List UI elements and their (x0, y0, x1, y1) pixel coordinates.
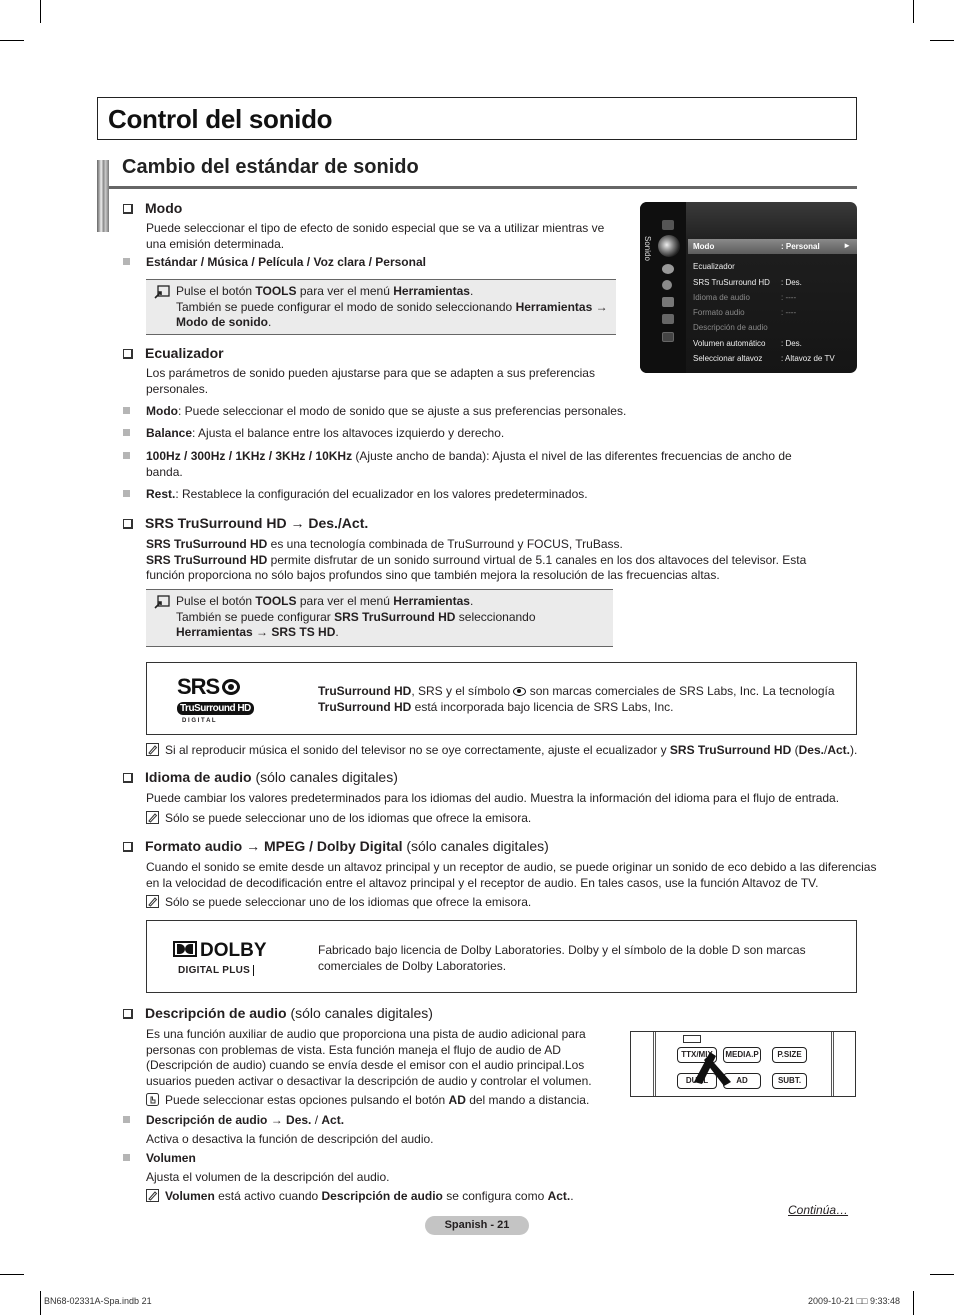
channel-icon (662, 264, 674, 274)
osd-category-label: Sonido (643, 236, 652, 261)
volumen-note: Volumen está activo cuando Descripción d… (146, 1189, 574, 1205)
setup-gear-icon (662, 280, 672, 290)
checkbox-bullet-icon (123, 204, 133, 214)
remote-hand-icon (146, 1093, 159, 1106)
print-slug-left: BN68-02331A-Spa.indb 21 (44, 1296, 152, 1306)
application-icon (662, 314, 674, 324)
srs-description: SRS TruSurround HD es una tecnología com… (146, 537, 807, 582)
srs-trademark-text: TruSurround HD, SRS y el símbolo son mar… (318, 684, 835, 714)
remote-note: Puede seleccionar estas opciones pulsand… (146, 1093, 589, 1109)
idioma-note: Sólo se puede seleccionar uno de los idi… (146, 811, 531, 827)
idioma-heading: Idioma de audio (sólo canales digitales) (123, 769, 398, 785)
square-bullet-icon (123, 1116, 130, 1123)
crop-mark (40, 0, 41, 23)
formato-heading: Formato audio → MPEG / Dolby Digital (só… (123, 838, 549, 854)
square-bullet-icon (123, 1154, 130, 1161)
dolby-trademark-text: Fabricado bajo licencia de Dolby Laborat… (318, 943, 806, 973)
input-icon (662, 297, 674, 307)
square-bullet-icon (123, 258, 130, 265)
sound-icon (658, 235, 680, 257)
checkbox-bullet-icon (123, 1009, 133, 1019)
section-rule (109, 186, 857, 189)
checkbox-bullet-icon (123, 349, 133, 359)
double-d-icon (173, 941, 197, 957)
section-title: Cambio del estándar de sonido (122, 156, 419, 178)
print-slug-right: 2009-10-21 □□ 9:33:48 (808, 1296, 900, 1306)
note-pencil-icon (146, 1189, 159, 1202)
srs-note: Si al reproducir música el sonido del te… (146, 743, 857, 759)
srs-logo: SRS TruSurround HD D I G I T A L (177, 676, 267, 724)
crop-mark (0, 40, 24, 41)
crop-mark (930, 1274, 954, 1275)
tv-sound-menu-screenshot: Sonido Modo: Personal ► Ecualizador SRS T… (640, 202, 857, 373)
osd-row-altavoz[interactable]: Seleccionar altavoz: Altavoz de TV (688, 351, 857, 366)
modo-description: Puede seleccionar el tipo de efecto de s… (146, 221, 605, 251)
note-pencil-icon (146, 743, 159, 756)
chapter-header: Control del sonido (97, 97, 857, 140)
ecualizador-heading: Ecualizador (123, 345, 224, 361)
square-bullet-icon (123, 407, 130, 414)
square-bullet-icon (123, 452, 130, 459)
crop-mark (913, 1291, 914, 1315)
chapter-title: Control del sonido (108, 104, 333, 134)
modo-heading: Modo (123, 200, 182, 216)
crop-mark (0, 1274, 24, 1275)
descripcion-heading: Descripción de audio (sólo canales digit… (123, 1005, 433, 1021)
checkbox-bullet-icon (123, 842, 133, 852)
osd-row-formato: Formato audio: ---- (693, 308, 797, 317)
remote-control-illustration: TTX/MIX MEDIA.P P.SIZE DUAL AD SUBT. (630, 1031, 856, 1097)
section-bar (97, 160, 109, 232)
crop-mark (40, 1291, 41, 1315)
picture-icon (662, 220, 674, 230)
osd-row-descripcion: Descripción de audio (693, 323, 768, 332)
tools-note-modo: Pulse el botón TOOLS para ver el menú He… (146, 279, 616, 335)
tools-icon (154, 595, 170, 609)
page-number-badge: Spanish - 21 (425, 1216, 529, 1235)
srs-trademark-box: SRS TruSurround HD D I G I T A L TruSurr… (146, 662, 857, 735)
support-icon (662, 332, 674, 342)
crop-mark (913, 0, 914, 23)
srs-symbol-icon (513, 687, 527, 696)
ecualizador-description: Los parámetros de sonido pueden ajustars… (146, 366, 595, 396)
idioma-description: Puede cambiar los valores predeterminado… (146, 791, 840, 805)
crop-mark (930, 40, 954, 41)
subt-button[interactable]: SUBT. (772, 1073, 807, 1089)
pointer-arrow-icon (694, 1052, 731, 1086)
square-bullet-icon (123, 429, 130, 436)
osd-row-volumen[interactable]: Volumen automático: Des. (688, 336, 857, 351)
p-size-button[interactable]: P.SIZE (772, 1047, 807, 1063)
right-arrow-icon: ► (843, 241, 851, 250)
continued-label: Continúa… (788, 1203, 849, 1217)
square-bullet-icon (123, 490, 130, 497)
note-pencil-icon (146, 895, 159, 908)
tools-icon (154, 285, 170, 299)
osd-row-srs[interactable]: SRS TruSurround HD: Des. (688, 275, 857, 290)
formato-description: Cuando el sonido se emite desde un altav… (146, 860, 877, 890)
descripcion-description: Es una función auxiliar de audio que pro… (146, 1027, 592, 1088)
checkbox-bullet-icon (123, 773, 133, 783)
osd-row-idioma: Idioma de audio: ---- (693, 293, 797, 302)
formato-note: Sólo se puede seleccionar uno de los idi… (146, 895, 531, 911)
dolby-trademark-box: DOLBY DIGITAL PLUS Fabricado bajo licenc… (146, 920, 857, 993)
srs-heading: SRS TruSurround HD → Des./Act. (123, 515, 368, 531)
osd-row-modo[interactable]: Modo: Personal ► (688, 239, 857, 254)
tools-note-srs: Pulse el botón TOOLS para ver el menú He… (146, 589, 613, 647)
osd-row-ecualizador[interactable]: Ecualizador (688, 259, 857, 274)
checkbox-bullet-icon (123, 519, 133, 529)
dolby-logo: DOLBY DIGITAL PLUS (173, 941, 273, 978)
note-pencil-icon (146, 811, 159, 824)
